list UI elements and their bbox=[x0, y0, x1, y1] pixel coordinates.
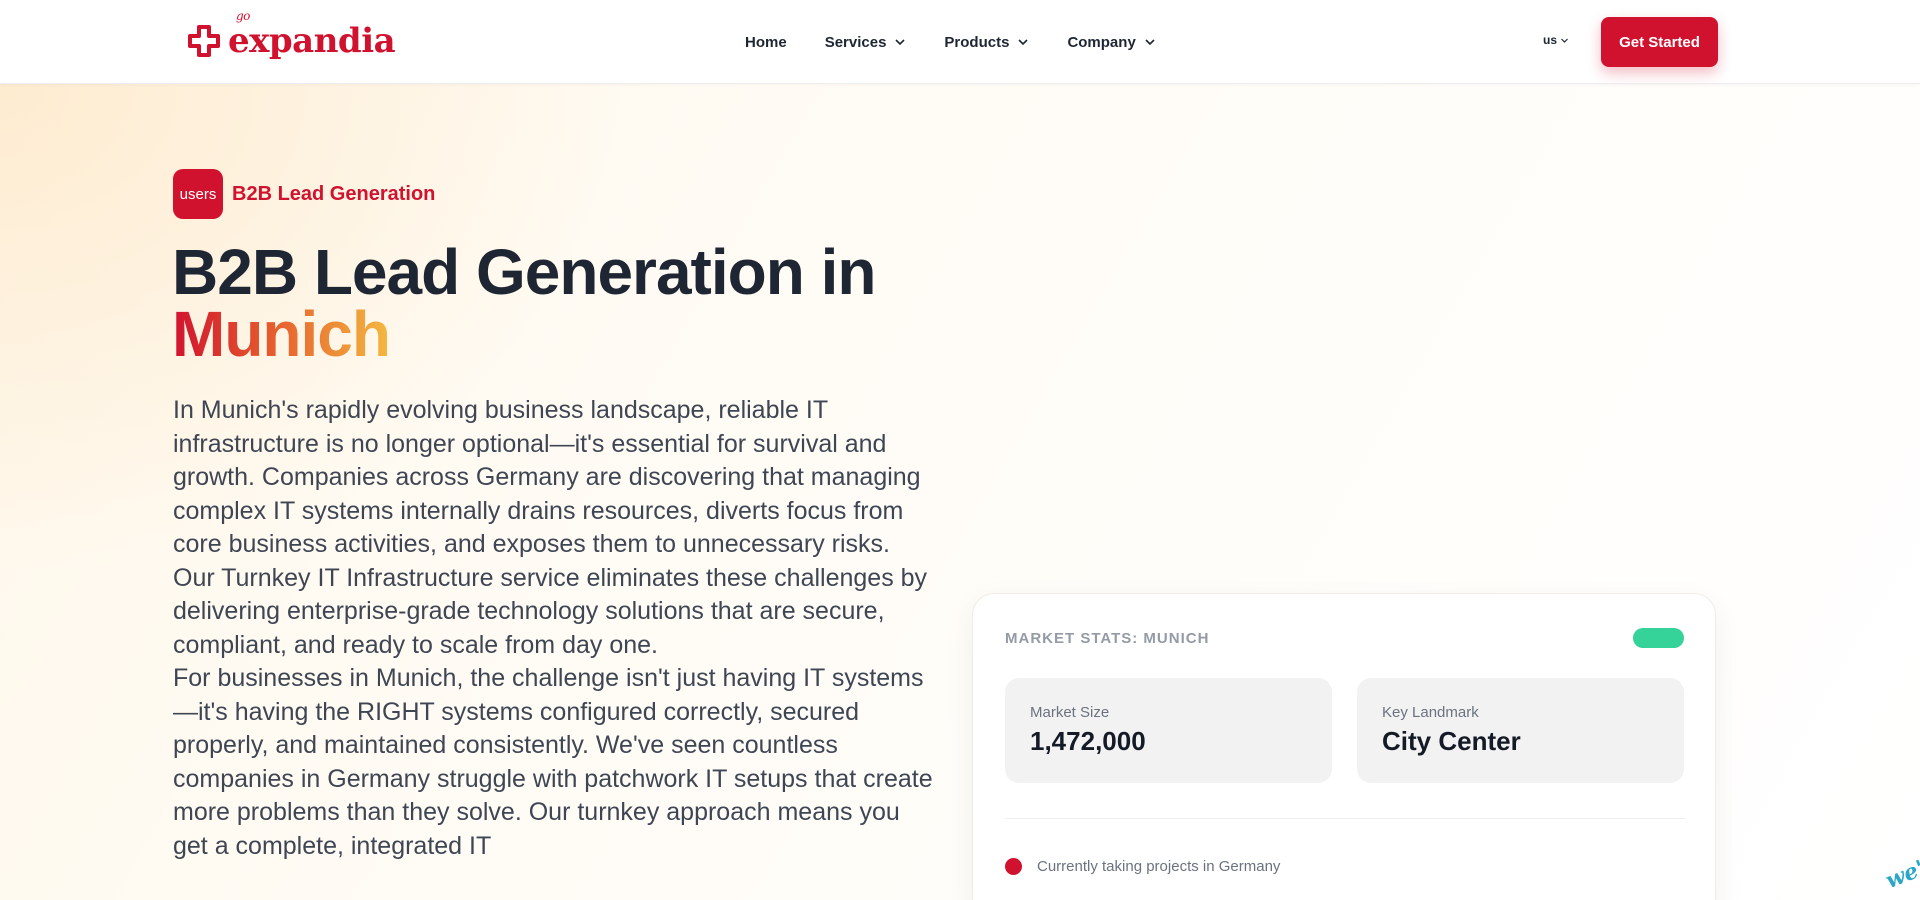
users-icon: users bbox=[173, 169, 223, 219]
nav-item-label: Services bbox=[824, 33, 887, 51]
nav-item-products[interactable]: Products bbox=[944, 34, 1029, 51]
market-stats-card: MARKET STATS: MUNICH Market Size 1,472,0… bbox=[972, 593, 1716, 900]
brand-sup: go bbox=[236, 9, 250, 23]
brand-name: go expandia bbox=[228, 10, 396, 61]
nav-item-label: Home bbox=[745, 33, 787, 51]
main-nav: Home Services Products Company bbox=[745, 0, 1194, 84]
brand-logo[interactable]: go expandia bbox=[186, 10, 396, 64]
stat-label: Market Size bbox=[1030, 704, 1110, 721]
hero-description: In Munich's rapidly evolving business la… bbox=[173, 394, 933, 863]
nav-item-home[interactable]: Home bbox=[745, 34, 787, 51]
language-label: us bbox=[1543, 33, 1558, 47]
page-title: B2B Lead Generation in Munich bbox=[172, 240, 952, 366]
chevron-down-icon bbox=[1145, 39, 1155, 46]
brand-wordmark: expandia bbox=[228, 21, 396, 61]
logo-mark-icon bbox=[188, 25, 220, 57]
stat-value: City Center bbox=[1382, 726, 1521, 756]
site-header: go expandia Home Services Products Compa… bbox=[0, 0, 1920, 84]
chevron-down-icon bbox=[1561, 38, 1568, 43]
stat-value: 1,472,000 bbox=[1030, 726, 1146, 756]
chevron-down-icon bbox=[895, 39, 905, 46]
stat-key-landmark: Key Landmark City Center bbox=[1357, 678, 1684, 783]
card-divider bbox=[1005, 818, 1685, 819]
hero-section: users B2B Lead Generation B2B Lead Gener… bbox=[0, 84, 1920, 900]
chevron-down-icon bbox=[1018, 39, 1029, 46]
get-started-button[interactable]: Get Started bbox=[1601, 17, 1718, 67]
hero-paragraph: For businesses in Munich, the challenge … bbox=[173, 664, 933, 860]
language-selector[interactable]: us bbox=[1543, 33, 1569, 47]
hero-paragraph: In Munich's rapidly evolving business la… bbox=[173, 396, 928, 659]
title-city: Munich bbox=[172, 298, 391, 370]
nav-item-label: Company bbox=[1067, 33, 1136, 51]
nav-item-company[interactable]: Company bbox=[1067, 34, 1155, 51]
nav-item-label: Products bbox=[944, 33, 1010, 51]
nav-item-services[interactable]: Services bbox=[825, 34, 907, 51]
stat-market-size: Market Size 1,472,000 bbox=[1005, 678, 1332, 783]
status-badge bbox=[1633, 628, 1684, 648]
badge-label: B2B Lead Generation bbox=[232, 182, 436, 205]
stat-label: Key Landmark bbox=[1382, 704, 1479, 721]
availability-status: Currently taking projects in Germany bbox=[1005, 858, 1280, 875]
status-dot-icon bbox=[1005, 858, 1022, 875]
status-text: Currently taking projects in Germany bbox=[1037, 858, 1281, 875]
category-badge: users B2B Lead Generation bbox=[173, 169, 435, 219]
card-title: MARKET STATS: MUNICH bbox=[1005, 630, 1210, 647]
